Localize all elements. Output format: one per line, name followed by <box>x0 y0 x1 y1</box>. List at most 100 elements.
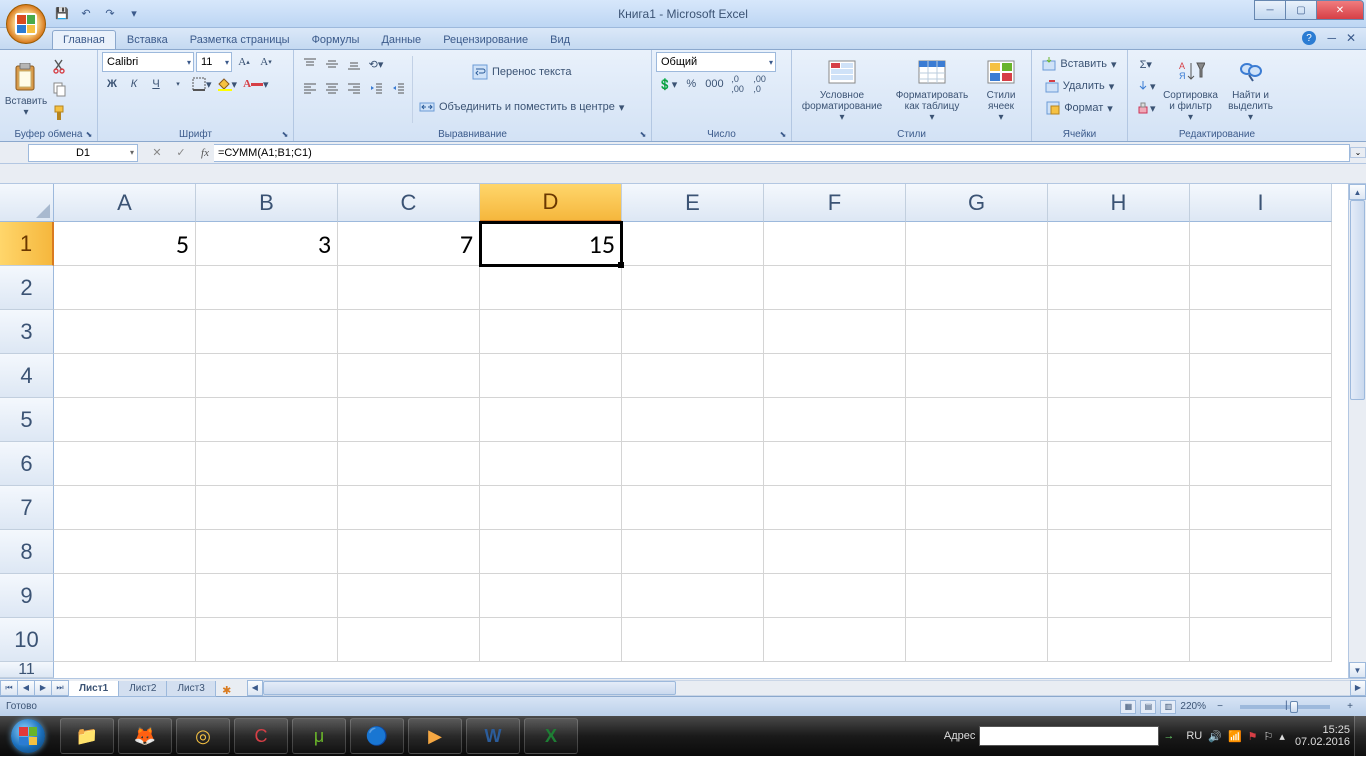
close-button[interactable]: ✕ <box>1316 0 1364 20</box>
cell[interactable] <box>906 442 1048 486</box>
currency-icon[interactable]: 💲▾ <box>656 74 679 94</box>
address-input[interactable] <box>979 726 1159 746</box>
enter-formula-icon[interactable]: ✓ <box>172 146 190 159</box>
cell[interactable] <box>1190 398 1332 442</box>
cell[interactable] <box>622 266 764 310</box>
view-normal-icon[interactable]: ▦ <box>1120 700 1136 714</box>
address-go-icon[interactable]: → <box>1163 730 1174 742</box>
cell-G1[interactable] <box>906 222 1048 266</box>
number-launcher-icon[interactable]: ⬊ <box>777 128 789 140</box>
cell[interactable] <box>1190 618 1332 662</box>
new-sheet-icon[interactable]: ✱ <box>215 684 239 697</box>
tab-formulas[interactable]: Формулы <box>301 30 371 49</box>
row-header-4[interactable]: 4 <box>0 354 54 398</box>
delete-cells-button[interactable]: Удалить▾ <box>1038 76 1121 96</box>
comma-icon[interactable]: 000 <box>703 74 725 94</box>
cell[interactable] <box>338 442 480 486</box>
cell[interactable] <box>54 310 196 354</box>
tab-insert[interactable]: Вставка <box>116 30 179 49</box>
zoom-thumb[interactable] <box>1290 701 1298 713</box>
cell[interactable] <box>906 574 1048 618</box>
cell[interactable] <box>1048 530 1190 574</box>
hscroll-thumb[interactable] <box>263 681 676 695</box>
col-header-A[interactable]: A <box>54 184 196 222</box>
row-header-10[interactable]: 10 <box>0 618 54 662</box>
scroll-right-icon[interactable]: ▶ <box>1350 680 1366 696</box>
format-painter-icon[interactable] <box>50 103 70 123</box>
clock[interactable]: 15:25 07.02.2016 <box>1295 724 1350 748</box>
zoom-out-icon[interactable]: − <box>1210 697 1230 717</box>
fill-color-icon[interactable]: ▾ <box>216 74 240 94</box>
cell[interactable] <box>1190 574 1332 618</box>
horizontal-scrollbar[interactable]: ◀ ▶ <box>247 680 1366 696</box>
cell[interactable] <box>196 530 338 574</box>
view-page-break-icon[interactable]: ▥ <box>1160 700 1176 714</box>
cell[interactable] <box>480 574 622 618</box>
cells-area[interactable]: 5 3 7 15 <box>54 222 1348 678</box>
sheet-tab-2[interactable]: Лист2 <box>118 681 167 697</box>
cell[interactable] <box>196 618 338 662</box>
wrap-text-button[interactable]: Перенос текста <box>417 62 626 82</box>
row-header-6[interactable]: 6 <box>0 442 54 486</box>
autosum-icon[interactable]: Σ▾ <box>1134 54 1158 74</box>
cell[interactable] <box>480 442 622 486</box>
paste-button[interactable]: Вставить▾ <box>4 52 48 127</box>
percent-icon[interactable]: % <box>681 74 701 94</box>
decrease-font-icon[interactable]: A▾ <box>256 52 276 72</box>
alignment-launcher-icon[interactable]: ⬊ <box>637 128 649 140</box>
task-chrome[interactable]: 🔵 <box>350 718 404 754</box>
cancel-formula-icon[interactable]: ✕ <box>148 146 166 159</box>
redo-icon[interactable]: ↷ <box>100 4 120 24</box>
cell[interactable] <box>480 310 622 354</box>
cell[interactable] <box>1048 442 1190 486</box>
cell[interactable] <box>764 574 906 618</box>
cell[interactable] <box>906 486 1048 530</box>
sheet-prev-icon[interactable]: ◀ <box>17 680 35 696</box>
cell-C1[interactable]: 7 <box>338 222 480 266</box>
font-name-combo[interactable]: Calibri <box>102 52 194 72</box>
cell[interactable] <box>1048 574 1190 618</box>
col-header-I[interactable]: I <box>1190 184 1332 222</box>
task-aimp[interactable]: ◎ <box>176 718 230 754</box>
cell[interactable] <box>906 310 1048 354</box>
conditional-formatting-button[interactable]: Условное форматирование▾ <box>796 52 888 127</box>
row-header-9[interactable]: 9 <box>0 574 54 618</box>
col-header-E[interactable]: E <box>622 184 764 222</box>
view-page-layout-icon[interactable]: ▤ <box>1140 700 1156 714</box>
sheet-last-icon[interactable]: ⏭ <box>51 680 69 696</box>
cell[interactable] <box>1048 310 1190 354</box>
cell[interactable] <box>622 486 764 530</box>
save-icon[interactable]: 💾 <box>52 4 72 24</box>
cell[interactable] <box>196 398 338 442</box>
cell[interactable] <box>338 486 480 530</box>
cell[interactable] <box>1048 618 1190 662</box>
cell[interactable] <box>906 618 1048 662</box>
decrease-indent-icon[interactable] <box>366 78 386 98</box>
cell[interactable] <box>622 398 764 442</box>
cell[interactable] <box>622 574 764 618</box>
task-media-player[interactable]: ▶ <box>408 718 462 754</box>
col-header-C[interactable]: C <box>338 184 480 222</box>
clipboard-launcher-icon[interactable]: ⬊ <box>83 128 95 140</box>
orientation-icon[interactable]: ⟲▾ <box>366 54 386 74</box>
tab-home[interactable]: Главная <box>52 30 116 49</box>
number-format-combo[interactable]: Общий <box>656 52 776 72</box>
lang-indicator[interactable]: RU <box>1186 730 1202 742</box>
zoom-slider[interactable] <box>1240 705 1330 709</box>
tab-review[interactable]: Рецензирование <box>432 30 539 49</box>
col-header-B[interactable]: B <box>196 184 338 222</box>
cell[interactable] <box>906 398 1048 442</box>
help-icon[interactable]: ? <box>1302 31 1316 45</box>
align-left-icon[interactable] <box>300 78 320 98</box>
cell[interactable] <box>480 530 622 574</box>
name-box[interactable]: D1 <box>28 144 138 162</box>
fill-icon[interactable]: ▾ <box>1134 76 1158 96</box>
cell[interactable] <box>54 266 196 310</box>
cell[interactable] <box>622 442 764 486</box>
undo-icon[interactable]: ↶ <box>76 4 96 24</box>
cell[interactable] <box>764 398 906 442</box>
cell[interactable] <box>622 354 764 398</box>
cell-E1[interactable] <box>622 222 764 266</box>
increase-font-icon[interactable]: A▴ <box>234 52 254 72</box>
cell[interactable] <box>196 574 338 618</box>
